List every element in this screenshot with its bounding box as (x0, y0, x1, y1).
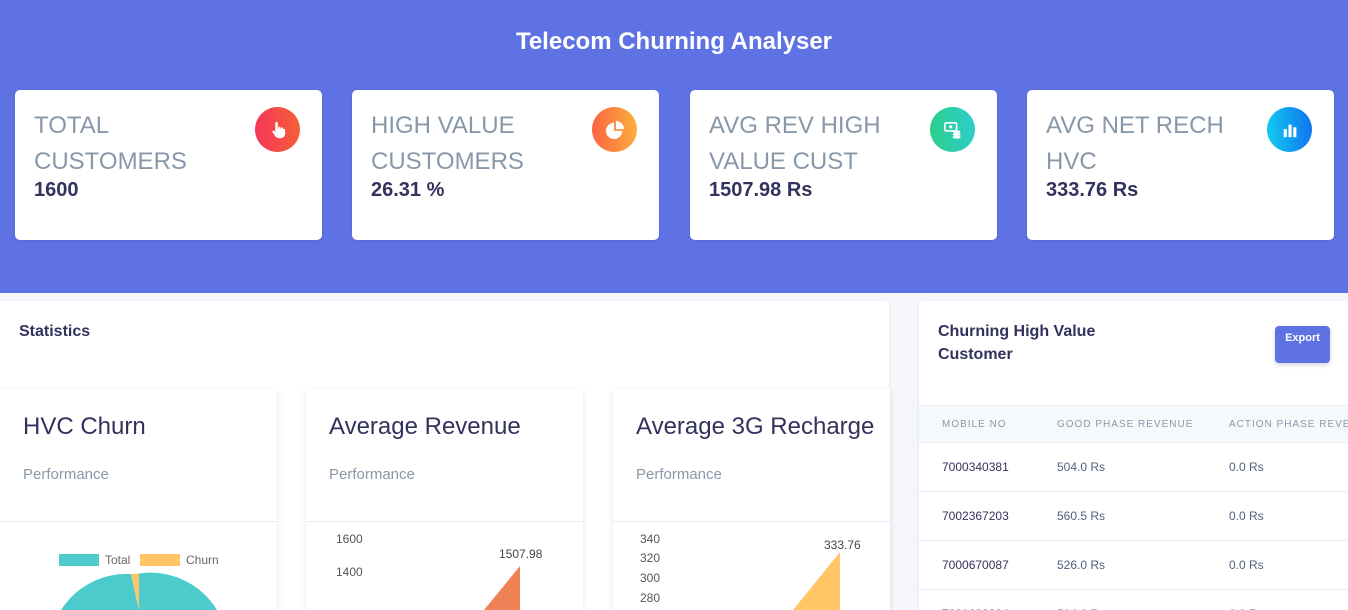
cell-action-phase: 0.0 Rs (1206, 589, 1348, 610)
stat-value: 26.31 % (371, 179, 445, 201)
column-header-mobile[interactable]: MOBILE NO (919, 405, 1034, 443)
pie-slice-total-right (139, 572, 217, 610)
stat-card-total-customers: TOTAL CUSTOMERS 1600 (15, 90, 322, 240)
average-revenue-chart: 1600 1400 1507.98 (336, 532, 543, 610)
table-row: 7002367203 560.5 Rs 0.0 Rs (919, 491, 1348, 541)
chart-title: HVC Churn (23, 413, 146, 440)
chart-title: Average Revenue (329, 413, 521, 440)
cell-good-phase: 526.0 Rs (1034, 540, 1206, 590)
chart-subtitle: Performance (636, 466, 722, 483)
chart-card-average-revenue: Average Revenue Performance 1600 1400 15… (306, 389, 583, 610)
chart-subtitle: Performance (23, 466, 109, 483)
chart-subtitle: Performance (329, 466, 415, 483)
header-banner: Telecom Churning Analyser TOTAL CUSTOMER… (0, 0, 1348, 293)
column-header-action-phase[interactable]: ACTION PHASE REVENUE (1206, 405, 1348, 443)
cell-good-phase: 504.0 Rs (1034, 442, 1206, 492)
stat-value: 1600 (34, 179, 79, 201)
stat-card-avg-net-recharge: AVG NET RECH HVC 333.76 Rs (1027, 90, 1334, 240)
y-tick-label: 300 (640, 571, 660, 585)
table-row: 7000670087 526.0 Rs 0.0 Rs (919, 540, 1348, 590)
churn-table-title: Churning High Value Customer (938, 323, 1096, 363)
stat-card-high-value-customers: HIGH VALUE CUSTOMERS 26.31 % (352, 90, 659, 240)
stat-title: AVG REV HIGH VALUE CUST (709, 112, 881, 175)
cell-good-phase: 504.0 Rs (1034, 589, 1206, 610)
y-tick-label: 280 (640, 591, 660, 605)
legend-label-total: Total (105, 553, 130, 567)
stat-title: TOTAL CUSTOMERS (34, 112, 187, 175)
cell-mobile: 7000670087 (919, 540, 1034, 590)
y-tick-label: 340 (640, 532, 660, 546)
pie-chart-icon (592, 107, 637, 152)
stat-value: 333.76 Rs (1046, 179, 1139, 201)
cell-mobile: 7000340381 (919, 442, 1034, 492)
bar-chart-icon (1267, 107, 1312, 152)
chart-title: Average 3G Recharge (636, 413, 875, 440)
money-coins-icon (930, 107, 975, 152)
chart-card-average-3g-recharge: Average 3G Recharge Performance 340 320 … (613, 389, 890, 610)
cell-mobile: 7001683834 (919, 589, 1034, 610)
y-tick-label: 1600 (336, 532, 363, 546)
stat-value: 1507.98 Rs (709, 179, 813, 201)
churn-table: MOBILE NO GOOD PHASE REVENUE ACTION PHAS… (919, 405, 1348, 610)
statistics-title: Statistics (19, 323, 91, 340)
table-row: 7001683834 504.0 Rs 0.0 Rs (919, 589, 1348, 610)
revenue-area (484, 566, 520, 610)
legend-swatch-churn (140, 554, 180, 566)
average-3g-recharge-chart: 340 320 300 280 333.76 (640, 532, 861, 610)
app-title: Telecom Churning Analyser (515, 28, 833, 55)
chart-card-hvc-churn: HVC Churn Performance Total Churn (0, 389, 277, 610)
column-header-good-phase[interactable]: GOOD PHASE REVENUE (1034, 405, 1206, 443)
table-row: 7000340381 504.0 Rs 0.0 Rs (919, 442, 1348, 492)
recharge-area (793, 552, 840, 610)
cell-action-phase: 0.0 Rs (1206, 540, 1348, 590)
y-tick-label: 1400 (336, 565, 363, 579)
data-label: 1507.98 (499, 547, 543, 561)
stat-title: AVG NET RECH HVC (1046, 112, 1224, 175)
table-header-row: MOBILE NO GOOD PHASE REVENUE ACTION PHAS… (919, 405, 1348, 443)
cell-action-phase: 0.0 Rs (1206, 442, 1348, 492)
cell-mobile: 7002367203 (919, 491, 1034, 541)
hvc-churn-pie-chart: Total Churn (59, 553, 219, 610)
cell-action-phase: 0.0 Rs (1206, 491, 1348, 541)
data-label: 333.76 (824, 538, 861, 552)
stat-title: HIGH VALUE CUSTOMERS (371, 112, 524, 175)
export-button[interactable]: Export (1275, 326, 1330, 363)
legend-swatch-total (59, 554, 99, 566)
legend-label-churn: Churn (186, 553, 219, 567)
hand-pointer-icon (255, 107, 300, 152)
y-tick-label: 320 (640, 551, 660, 565)
stat-card-avg-rev-high-value: AVG REV HIGH VALUE CUST 1507.98 Rs (690, 90, 997, 240)
pie-slice-total-left (61, 573, 139, 610)
cell-good-phase: 560.5 Rs (1034, 491, 1206, 541)
churn-table-panel: Churning High Value Customer Export MOBI… (919, 301, 1348, 610)
